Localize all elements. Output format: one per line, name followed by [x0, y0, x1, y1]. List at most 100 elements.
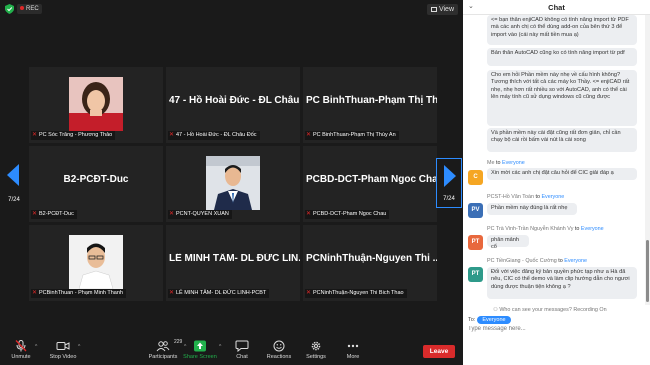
chat-bubble-icon — [235, 340, 249, 352]
chat-bubble: phân mảnh cổ — [487, 235, 529, 250]
mic-muted-icon: ✕ — [32, 290, 38, 296]
chat-bubble: Đối với việc đăng ký bản quyền phức tạp … — [487, 267, 637, 299]
mic-muted-icon: ✕ — [32, 132, 38, 138]
message-header: Me to Everyone — [487, 160, 525, 166]
participant-label: ✕ LÊ MINH TÂM- DL ĐỨC LINH-PCBT — [168, 289, 270, 298]
participant-label: ✕ PCNT-QUYEN XUAN — [168, 210, 232, 219]
chat-scrollbar-thumb[interactable] — [646, 240, 649, 302]
recipient-select[interactable]: Everyone — [477, 316, 511, 324]
participant-label: ✕ PC BinhThuan-Phạm Thị Thùy An — [305, 131, 399, 140]
view-label: View — [438, 6, 454, 13]
participant-name: PCNinhThuận-Nguyen Thi ... — [306, 253, 437, 264]
unmute-label: Unmute — [11, 354, 31, 360]
video-grid: ✕ PC Sóc Trăng - Phương Thảo 47 - Hồ Hoài… — [29, 67, 437, 302]
participant-label: ✕ PCBD-DCT-Pham Ngoc Chau — [305, 210, 390, 219]
video-tile[interactable]: ✕ PCBinhThuan - Phạm Minh Thanh — [29, 225, 163, 301]
recording-badge: REC — [17, 4, 42, 14]
stop-video-label: Stop Video — [49, 354, 77, 360]
top-bar: REC View — [0, 0, 463, 18]
avatar: C — [468, 170, 483, 185]
participant-label: ✕ PCNinhThuận-Nguyen Thi Bich Thao — [305, 289, 407, 298]
video-tile[interactable]: ✕ PC Sóc Trăng - Phương Thảo — [29, 67, 163, 143]
smiley-icon — [273, 340, 285, 352]
chat-header: ⌄ Chat — [463, 0, 650, 15]
message-header: PC TiềnGiang - Quốc Cường to Everyone — [487, 258, 588, 264]
previous-page-button[interactable]: 7/24 — [2, 158, 26, 208]
who-can-see-link[interactable]: ⚇ Who can see your messages? Recording O… — [493, 307, 607, 313]
gear-icon — [311, 341, 321, 351]
recording-label: REC — [26, 6, 39, 12]
participant-label: ✕ PC Sóc Trăng - Phương Thảo — [31, 131, 116, 140]
recipient-row: To: Everyone — [468, 316, 511, 324]
chat-bubble: Cho em hỏi Phần mềm này nhẹ về cấu hình … — [487, 70, 637, 126]
video-tile[interactable]: PC BinhThuan-Phạm Thị Th... ✕ PC BinhThua… — [303, 67, 437, 143]
video-camera-icon — [56, 342, 70, 350]
chat-bubble: Xin mời các anh chị đặt câu hỏi để CIC g… — [487, 168, 637, 180]
mic-muted-icon: ✕ — [306, 211, 312, 217]
video-tile[interactable]: ✕ PCNT-QUYEN XUAN — [166, 146, 300, 222]
video-tile[interactable]: PCNinhThuận-Nguyen Thi ... ✕ PCNinhThuận-… — [303, 225, 437, 301]
mic-muted-icon: ✕ — [169, 290, 175, 296]
avatar: PV — [468, 203, 483, 218]
avatar: PT — [468, 235, 483, 250]
chat-messages: <= bạn thân enjiCAD không có tính năng i… — [463, 15, 644, 310]
participant-photo — [69, 235, 123, 289]
participant-photo — [69, 77, 123, 131]
mic-muted-icon: ✕ — [169, 211, 175, 217]
security-shield-icon[interactable] — [5, 4, 14, 14]
page-indicator-left: 7/24 — [8, 197, 20, 203]
more-button[interactable]: More — [333, 340, 373, 360]
participant-name: PCBD-DCT-Pham Ngoc Chau — [306, 174, 437, 185]
microphone-muted-icon — [15, 340, 27, 352]
participants-label: Participants — [148, 354, 178, 360]
share-screen-label: Share Screen — [183, 354, 217, 360]
unmute-button[interactable]: Unmute — [1, 340, 41, 360]
stop-video-button[interactable]: Stop Video — [43, 340, 83, 360]
share-screen-button[interactable]: Share Screen — [180, 340, 220, 360]
audio-options-caret-icon[interactable]: ^ — [35, 344, 37, 350]
mic-muted-icon: ✕ — [306, 290, 312, 296]
arrow-left-icon — [7, 164, 19, 186]
message-header: PCST-Hồ Văn Toàn to Everyone — [487, 194, 565, 200]
grid-view-icon — [430, 7, 437, 12]
chat-bubble: Phần mềm này đúng là rất nhẹ — [487, 203, 577, 215]
video-tile[interactable]: PCBD-DCT-Pham Ngoc Chau ✕ PCBD-DCT-Pham N… — [303, 146, 437, 222]
chat-title: Chat — [548, 3, 565, 12]
participant-name: PC BinhThuan-Phạm Thị Th... — [306, 95, 437, 106]
video-options-caret-icon[interactable]: ^ — [78, 344, 80, 350]
participant-label: ✕ PCBinhThuan - Phạm Minh Thanh — [31, 289, 126, 298]
share-options-caret-icon[interactable]: ^ — [219, 344, 221, 350]
record-dot-icon — [20, 6, 24, 10]
settings-button[interactable]: Settings — [296, 340, 336, 360]
leave-button[interactable]: Leave — [423, 345, 455, 358]
participant-name: B2-PCĐT-Duc — [63, 174, 129, 185]
participants-icon — [156, 341, 170, 352]
page-indicator-right: 7/24 — [443, 196, 455, 202]
video-area: REC View 7/24 ✕ PC Sóc Trăng - Phương Th… — [0, 0, 463, 365]
mic-muted-icon: ✕ — [306, 132, 312, 138]
share-screen-icon — [194, 340, 206, 352]
video-tile[interactable]: 47 - Hồ Hoài Đức - ĐL Châu ... ✕ 47 - Hồ … — [166, 67, 300, 143]
more-dots-icon — [347, 344, 359, 348]
reactions-label: Reactions — [266, 354, 292, 360]
meeting-toolbar: Unmute ^ Stop Video ^ Participants 229 ^… — [0, 338, 463, 365]
chat-message-input[interactable] — [468, 326, 643, 362]
view-button[interactable]: View — [426, 4, 458, 15]
chat-panel: ⌄ Chat <= bạn thân enjiCAD không có tính… — [463, 0, 650, 365]
reactions-button[interactable]: Reactions — [259, 340, 299, 360]
participant-name: 47 - Hồ Hoài Đức - ĐL Châu ... — [169, 95, 300, 106]
participant-photo — [206, 156, 260, 210]
video-tile[interactable]: B2-PCĐT-Duc ✕ B2-PCĐT-Duc — [29, 146, 163, 222]
more-label: More — [346, 354, 360, 360]
next-page-button[interactable]: 7/24 — [436, 158, 462, 208]
mic-muted-icon: ✕ — [169, 132, 175, 138]
to-label: To: — [468, 317, 476, 323]
chat-button[interactable]: Chat — [222, 340, 262, 360]
message-header: PC Trà Vinh-Trần Nguyễn Khánh Vy to Ever… — [487, 226, 604, 232]
chat-bubble: <= bạn thân enjiCAD không có tính năng i… — [487, 15, 637, 45]
chat-bubble: Và phần mềm này cài đặt cũng rất đơn giả… — [487, 128, 637, 152]
video-tile[interactable]: LÊ MINH TÂM- DL ĐỨC LIN... ✕ LÊ MINH TÂM-… — [166, 225, 300, 301]
zoom-window: REC View 7/24 ✕ PC Sóc Trăng - Phương Th… — [0, 0, 650, 365]
avatar: PT — [468, 267, 483, 282]
participant-label: ✕ 47 - Hồ Hoài Đức - ĐL Châu Đốc — [168, 131, 260, 140]
